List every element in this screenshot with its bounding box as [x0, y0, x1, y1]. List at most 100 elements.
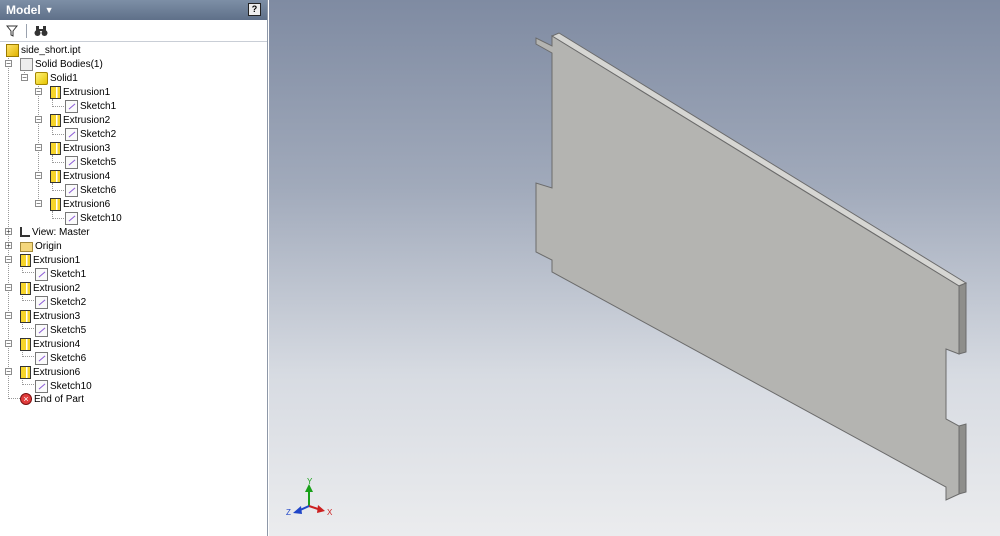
- sketch-icon: [65, 183, 78, 197]
- part-icon: [6, 43, 19, 57]
- tree-node-label: End of Part: [34, 393, 85, 405]
- graphics-viewport[interactable]: Y X Z: [269, 0, 1000, 536]
- tree-node-label: Sketch1: [50, 268, 87, 280]
- extrusion-icon: [50, 169, 61, 183]
- sketch-icon: [35, 323, 48, 337]
- tree-node-label: Sketch6: [50, 352, 87, 364]
- tree-node-extrusion[interactable]: Extrusion3: [20, 309, 80, 323]
- tree-node-label: Extrusion6: [33, 366, 81, 378]
- collapse-icon[interactable]: −: [5, 340, 12, 348]
- expand-icon[interactable]: +: [5, 242, 12, 250]
- folder-icon: [20, 242, 33, 252]
- panel-header[interactable]: Model ▼ ?: [0, 0, 267, 20]
- toolbar-separator: [26, 23, 27, 38]
- tree-node-label: Solid Bodies(1): [35, 58, 103, 70]
- extrusion-icon: [50, 197, 61, 211]
- collapse-icon[interactable]: −: [5, 312, 12, 320]
- sketch-icon: [35, 295, 48, 309]
- tree-node-extrusion[interactable]: Extrusion4: [50, 169, 110, 183]
- collapse-icon[interactable]: −: [35, 172, 42, 180]
- tree-node-sketch[interactable]: Sketch2: [35, 295, 86, 309]
- tree-node-label: Origin: [35, 240, 62, 252]
- tree-node-sketch[interactable]: Sketch2: [65, 127, 116, 141]
- tree-node-solid[interactable]: Solid1: [35, 71, 78, 85]
- tree-node-sketch[interactable]: Sketch5: [35, 323, 86, 337]
- tree-node-label: View: Master: [32, 226, 90, 238]
- tree-node-sketch[interactable]: Sketch6: [65, 183, 116, 197]
- extrusion-icon: [50, 113, 61, 127]
- tree-node-label: side_short.ipt: [21, 44, 81, 56]
- tree-node-label: Sketch5: [50, 324, 87, 336]
- tree-node-label: Extrusion3: [63, 142, 111, 154]
- tree-node-label: Extrusion4: [63, 170, 111, 182]
- sketch-icon: [65, 127, 78, 141]
- sketch-icon: [35, 351, 48, 365]
- end-of-part-icon: ×: [20, 393, 32, 405]
- collapse-icon[interactable]: −: [5, 284, 12, 292]
- collapse-icon[interactable]: −: [5, 368, 12, 376]
- tree-node-label: Sketch2: [80, 128, 117, 140]
- tree-node-extrusion[interactable]: Extrusion1: [50, 85, 110, 99]
- tree-node-label: Sketch1: [80, 100, 117, 112]
- tree-node-label: Extrusion3: [33, 310, 81, 322]
- chevron-down-icon[interactable]: ▼: [45, 5, 54, 15]
- collapse-icon[interactable]: −: [35, 116, 42, 124]
- tree-node-label: Extrusion4: [33, 338, 81, 350]
- binoculars-icon[interactable]: [33, 23, 49, 39]
- panel-toolbar: [0, 20, 267, 42]
- view-icon: [20, 227, 30, 237]
- collapse-icon[interactable]: −: [5, 60, 12, 68]
- tree-node-part[interactable]: side_short.ipt: [6, 43, 80, 57]
- extrusion-icon: [20, 253, 31, 267]
- tree-node-sketch[interactable]: Sketch1: [35, 267, 86, 281]
- tree-node-extrusion[interactable]: Extrusion6: [50, 197, 110, 211]
- collapse-icon[interactable]: −: [21, 74, 28, 82]
- help-button[interactable]: ?: [248, 3, 261, 16]
- tree-node-extrusion[interactable]: Extrusion3: [50, 141, 110, 155]
- tree-node-extrusion[interactable]: Extrusion2: [50, 113, 110, 127]
- z-axis-arrow: [293, 506, 302, 514]
- tree-node-label: Extrusion1: [63, 86, 111, 98]
- tree-node-sketch[interactable]: Sketch10: [35, 379, 92, 393]
- tree-node-sketch[interactable]: Sketch1: [65, 99, 116, 113]
- part-edge-face: [958, 423, 967, 495]
- tree-node-label: Sketch6: [80, 184, 117, 196]
- z-axis-label: Z: [286, 508, 291, 517]
- sketch-icon: [65, 155, 78, 169]
- solid-icon: [35, 71, 48, 85]
- collapse-icon[interactable]: −: [35, 144, 42, 152]
- sketch-icon: [35, 379, 48, 393]
- solid-bodies-icon: [20, 57, 33, 71]
- sketch-icon: [65, 211, 78, 225]
- sketch-icon: [35, 267, 48, 281]
- extrusion-icon: [20, 309, 31, 323]
- tree-node-end-of-part[interactable]: × End of Part: [20, 392, 84, 406]
- model-browser-panel: Model ▼ ? side_short.ipt − Solid Bodies(…: [0, 0, 268, 536]
- tree-node-extrusion[interactable]: Extrusion1: [20, 253, 80, 267]
- extrusion-icon: [50, 85, 61, 99]
- view-triad[interactable]: Y X Z: [285, 477, 333, 518]
- expand-icon[interactable]: +: [5, 228, 12, 236]
- tree-node-label: Sketch10: [50, 380, 92, 392]
- collapse-icon[interactable]: −: [35, 88, 42, 96]
- tree-node-sketch[interactable]: Sketch5: [65, 155, 116, 169]
- tree-node-extrusion[interactable]: Extrusion6: [20, 365, 80, 379]
- tree-node-sketch[interactable]: Sketch6: [35, 351, 86, 365]
- y-axis-label: Y: [307, 478, 313, 486]
- panel-title[interactable]: Model: [6, 3, 41, 17]
- tree-node-label: Sketch10: [80, 212, 122, 224]
- x-axis-arrow: [317, 505, 325, 513]
- tree-node-label: Extrusion2: [33, 282, 81, 294]
- tree-node-extrusion[interactable]: Extrusion2: [20, 281, 80, 295]
- part-model[interactable]: [269, 0, 1000, 536]
- tree-node-origin[interactable]: Origin: [20, 239, 62, 253]
- tree-node-label: Solid1: [50, 72, 78, 84]
- tree-node-sketch[interactable]: Sketch10: [65, 211, 122, 225]
- tree-node-view[interactable]: View: Master: [20, 225, 90, 239]
- collapse-icon[interactable]: −: [5, 256, 12, 264]
- tree-node-extrusion[interactable]: Extrusion4: [20, 337, 80, 351]
- filter-icon[interactable]: [4, 23, 20, 39]
- x-axis-label: X: [327, 508, 333, 517]
- tree-node-solid-bodies[interactable]: Solid Bodies(1): [20, 57, 103, 71]
- collapse-icon[interactable]: −: [35, 200, 42, 208]
